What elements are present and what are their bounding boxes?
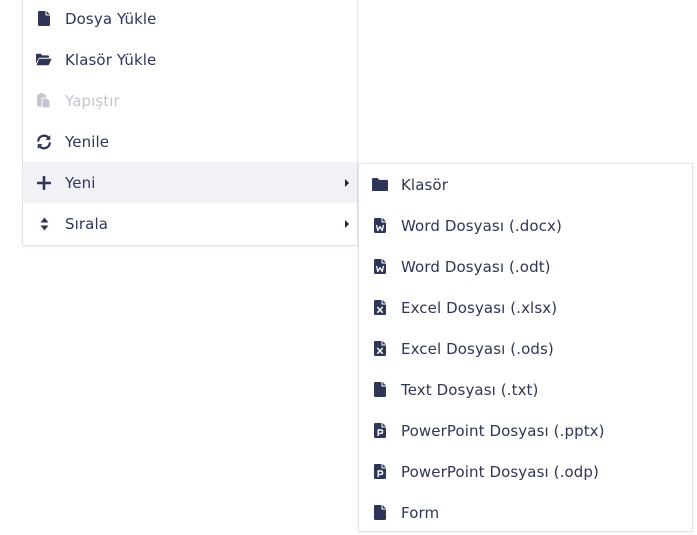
- submenu-item-folder[interactable]: Klasör: [359, 164, 692, 205]
- powerpoint-file-icon: [372, 423, 388, 439]
- submenu-item-excel-xlsx[interactable]: Excel Dosyası (.xlsx): [359, 287, 692, 328]
- paste-icon: [36, 93, 52, 109]
- word-file-icon: [372, 218, 388, 234]
- powerpoint-file-icon: [372, 464, 388, 480]
- menu-item-paste: Yapıştır: [23, 80, 357, 121]
- menu-item-upload-folder[interactable]: Klasör Yükle: [23, 39, 357, 80]
- menu-item-upload-file[interactable]: Dosya Yükle: [23, 0, 357, 39]
- menu-item-new[interactable]: Yeni: [23, 162, 357, 203]
- menu-item-label: Yeni: [65, 173, 96, 192]
- menu-item-label: Dosya Yükle: [65, 9, 157, 28]
- menu-item-label: Klasör Yükle: [65, 50, 157, 69]
- caret-right-icon: [345, 178, 349, 187]
- excel-file-icon: [372, 341, 388, 357]
- submenu-item-label: Text Dosyası (.txt): [401, 380, 539, 399]
- submenu-item-label: Excel Dosyası (.xlsx): [401, 298, 558, 317]
- submenu-item-powerpoint-pptx[interactable]: PowerPoint Dosyası (.pptx): [359, 410, 692, 451]
- menu-item-label: Yenile: [65, 132, 110, 151]
- submenu-new: Klasör Word Dosyası (.docx) Word Dosyası…: [358, 163, 693, 532]
- submenu-item-excel-ods[interactable]: Excel Dosyası (.ods): [359, 328, 692, 369]
- context-menu: Dosya Yükle Klasör Yükle Yapıştır Yenile…: [22, 0, 358, 246]
- submenu-item-label: PowerPoint Dosyası (.odp): [401, 462, 599, 481]
- menu-item-label: Sırala: [65, 214, 109, 233]
- submenu-item-text-txt[interactable]: Text Dosyası (.txt): [359, 369, 692, 410]
- submenu-item-label: Word Dosyası (.docx): [401, 216, 562, 235]
- submenu-item-label: PowerPoint Dosyası (.pptx): [401, 421, 605, 440]
- folder-icon: [372, 177, 388, 193]
- caret-right-icon: [345, 219, 349, 228]
- file-icon: [372, 505, 388, 521]
- submenu-item-label: Excel Dosyası (.ods): [401, 339, 554, 358]
- excel-file-icon: [372, 300, 388, 316]
- submenu-item-label: Klasör: [401, 175, 448, 194]
- menu-item-refresh[interactable]: Yenile: [23, 121, 357, 162]
- file-icon: [372, 382, 388, 398]
- plus-icon: [36, 175, 52, 191]
- folder-open-icon: [36, 52, 52, 68]
- menu-item-sort[interactable]: Sırala: [23, 203, 357, 244]
- submenu-item-powerpoint-odp[interactable]: PowerPoint Dosyası (.odp): [359, 451, 692, 492]
- word-file-icon: [372, 259, 388, 275]
- submenu-item-label: Word Dosyası (.odt): [401, 257, 551, 276]
- submenu-item-word-docx[interactable]: Word Dosyası (.docx): [359, 205, 692, 246]
- refresh-icon: [36, 134, 52, 150]
- sort-icon: [36, 216, 52, 232]
- submenu-item-label: Form: [401, 503, 440, 522]
- submenu-item-form[interactable]: Form: [359, 492, 692, 533]
- menu-item-label: Yapıştır: [65, 91, 120, 110]
- submenu-item-word-odt[interactable]: Word Dosyası (.odt): [359, 246, 692, 287]
- file-icon: [36, 11, 52, 27]
